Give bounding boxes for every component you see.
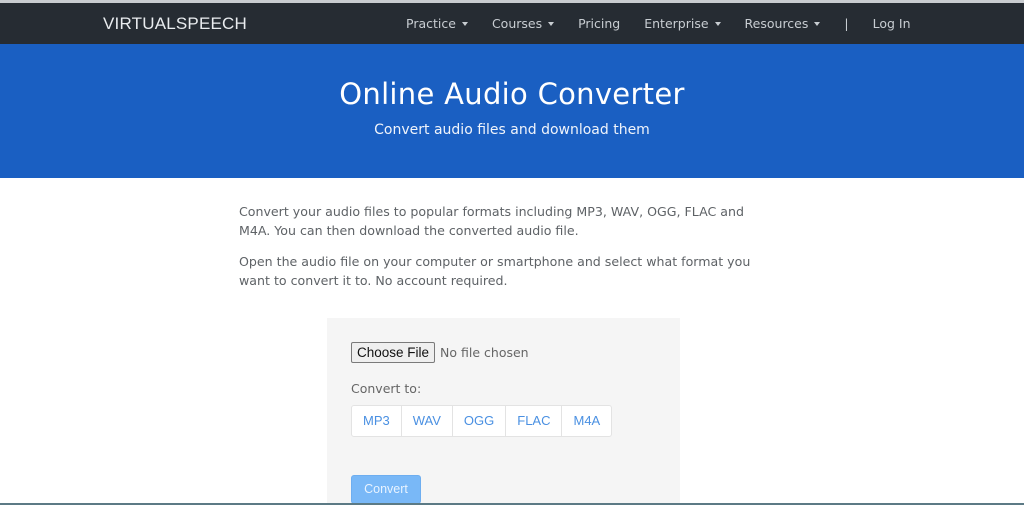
caret-down-icon: [814, 21, 821, 26]
nav-item-resources[interactable]: Resources: [745, 16, 821, 31]
intro-paragraph: Convert your audio files to popular form…: [239, 204, 744, 238]
nav-item-pricing[interactable]: Pricing: [578, 16, 620, 31]
format-option-mp3[interactable]: MP3: [352, 406, 402, 436]
nav-separator: |: [844, 16, 849, 31]
choose-file-button[interactable]: Choose File: [351, 342, 436, 363]
format-option-ogg[interactable]: OGG: [453, 406, 507, 436]
caret-down-icon: [714, 21, 721, 26]
caret-down-icon: [548, 21, 555, 26]
intro-paragraph: Open the audio file on your computer or …: [239, 254, 751, 288]
nav-item-label: Pricing: [578, 16, 621, 31]
navbar: VIRTUALSPEECH Practice Courses Pricing E…: [0, 3, 1024, 44]
intro-text: Convert your audio files to popular form…: [239, 202, 779, 302]
nav-item-courses[interactable]: Courses: [491, 16, 555, 31]
converter-panel: Choose File No file chosen Convert to: M…: [327, 318, 680, 505]
page-subtitle: Convert audio files and download them: [374, 122, 650, 138]
format-selector: MP3 WAV OGG FLAC M4A: [351, 405, 613, 437]
convert-to-label: Convert to:: [351, 381, 422, 396]
file-input[interactable]: Choose File No file chosen: [351, 342, 529, 363]
file-status: No file chosen: [440, 345, 529, 360]
format-option-m4a[interactable]: M4A: [562, 406, 611, 436]
page-title: Online Audio Converter: [339, 77, 685, 111]
format-option-wav[interactable]: WAV: [402, 406, 453, 436]
brand-logo[interactable]: VIRTUALSPEECH: [103, 3, 247, 44]
caret-down-icon: [461, 21, 468, 26]
nav-item-enterprise[interactable]: Enterprise: [644, 16, 721, 31]
nav-item-label: Courses: [491, 16, 543, 31]
nav-item-label: Practice: [406, 16, 456, 31]
nav-item-label: Enterprise: [644, 16, 709, 31]
convert-button[interactable]: Convert: [351, 475, 421, 504]
login-link[interactable]: Log In: [873, 16, 911, 31]
format-option-flac[interactable]: FLAC: [506, 406, 563, 436]
hero-banner: Online Audio Converter Convert audio fil…: [0, 44, 1024, 178]
nav-menu: Practice Courses Pricing Enterprise Reso…: [406, 3, 935, 44]
nav-item-practice[interactable]: Practice: [406, 16, 468, 31]
nav-item-label: Resources: [744, 16, 809, 31]
